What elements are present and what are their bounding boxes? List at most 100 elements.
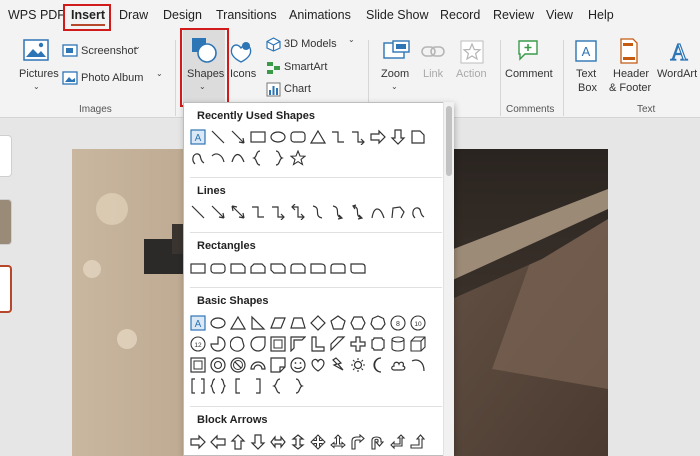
down-arrow-shape-icon[interactable] (390, 129, 406, 145)
elbow-double-arrow-connector-shape-icon[interactable] (290, 204, 306, 220)
rectangle-shape-icon[interactable] (190, 260, 206, 276)
shapes-dropdown-scrollbar[interactable] (443, 102, 454, 456)
elbow-connector-shape-icon[interactable] (330, 129, 346, 145)
curved-double-arrow-connector-shape-icon[interactable] (350, 204, 366, 220)
double-arrow-line-shape-icon[interactable] (230, 204, 246, 220)
zoom-button[interactable]: Zoom ⌄ (378, 38, 414, 94)
snip-diagonal-rectangle-shape-icon[interactable] (270, 260, 286, 276)
3d-models-button[interactable]: 3D Models ⌄ (266, 35, 358, 53)
curve-shape-icon[interactable] (370, 204, 386, 220)
triangle-shape-icon[interactable] (230, 315, 246, 331)
star-shape-icon[interactable] (290, 150, 306, 166)
arrow-line-shape-icon[interactable] (210, 204, 226, 220)
chord-shape-icon[interactable] (230, 336, 246, 352)
wordart-button[interactable]: A WordArt (655, 38, 700, 86)
text-box-button[interactable]: A Text Box (570, 38, 604, 98)
cube-shape-icon[interactable] (410, 336, 426, 352)
frame-shape-icon[interactable] (270, 336, 286, 352)
text-box-shape-icon[interactable]: A (190, 315, 206, 331)
snip-same-side-rectangle-shape-icon[interactable] (250, 260, 266, 276)
rounded-rectangle-shape-icon[interactable] (210, 260, 226, 276)
no-symbol-shape-icon[interactable] (230, 357, 246, 373)
slide-thumbnail[interactable] (0, 135, 12, 177)
snip-rectangle-shape-icon[interactable] (410, 129, 426, 145)
line-shape-icon[interactable] (210, 129, 226, 145)
smiley-face-shape-icon[interactable] (290, 357, 306, 373)
parallelogram-shape-icon[interactable] (270, 315, 286, 331)
smartart-button[interactable]: SmartArt (266, 60, 346, 76)
donut-shape-icon[interactable] (210, 357, 226, 373)
scrollbar-thumb[interactable] (446, 106, 452, 176)
plaque-shape-icon[interactable] (370, 336, 386, 352)
oval-shape-icon[interactable] (270, 129, 286, 145)
slide-thumbnail-selected[interactable] (0, 265, 12, 313)
left-arrow-shape-icon[interactable] (210, 434, 226, 450)
rounded-rectangle-shape-icon[interactable] (290, 129, 306, 145)
block-arc-shape-icon[interactable] (250, 357, 266, 373)
down-arrow-shape-icon[interactable] (250, 434, 266, 450)
menu-draw[interactable]: Draw (119, 8, 148, 22)
pictures-button[interactable]: Pictures ⌄ (16, 38, 60, 98)
hexagon-shape-icon[interactable] (350, 315, 366, 331)
elbow-connector-shape-icon[interactable] (250, 204, 266, 220)
menu-review[interactable]: Review (493, 8, 534, 22)
dodecagon-shape-icon[interactable]: 12 (190, 336, 206, 352)
menu-slide-show[interactable]: Slide Show (366, 8, 429, 22)
menu-animations[interactable]: Animations (289, 8, 351, 22)
double-bracket-shape-icon[interactable] (190, 378, 206, 394)
folded-corner-shape-icon[interactable] (270, 357, 286, 373)
elbow-arrow-connector-shape-icon[interactable] (270, 204, 286, 220)
snip-round-rectangle-shape-icon[interactable] (290, 260, 306, 276)
bent-up-arrow-shape-icon[interactable] (410, 434, 426, 450)
heart-shape-icon[interactable] (310, 357, 326, 373)
text-box-shape-icon[interactable]: A (190, 129, 206, 145)
arc-shape-icon[interactable] (410, 357, 426, 373)
diagonal-stripe-shape-icon[interactable] (330, 336, 346, 352)
freeform-shape-icon[interactable] (390, 204, 406, 220)
round-same-side-rectangle-shape-icon[interactable] (330, 260, 346, 276)
line-shape-icon[interactable] (190, 204, 206, 220)
photo-album-button[interactable]: Photo Album ⌄ (62, 69, 172, 87)
screenshot-button[interactable]: Screenshot ⌄ (62, 42, 144, 60)
diamond-shape-icon[interactable] (310, 315, 326, 331)
menu-design[interactable]: Design (163, 8, 202, 22)
arc-shape-icon[interactable] (210, 150, 226, 166)
action-button[interactable]: Action (455, 38, 489, 86)
oval-shape-icon[interactable] (210, 315, 226, 331)
trapezoid-shape-icon[interactable] (290, 315, 306, 331)
half-frame-shape-icon[interactable] (290, 336, 306, 352)
curve-shape-icon[interactable] (230, 150, 246, 166)
up-arrow-shape-icon[interactable] (230, 434, 246, 450)
icons-button[interactable]: Icons (228, 38, 258, 86)
left-right-up-arrow-shape-icon[interactable] (330, 434, 346, 450)
menu-transitions[interactable]: Transitions (216, 8, 277, 22)
chart-button[interactable]: Chart (266, 82, 326, 98)
lightning-bolt-shape-icon[interactable] (330, 357, 346, 373)
round-diagonal-rectangle-shape-icon[interactable] (350, 260, 366, 276)
heptagon-shape-icon[interactable] (370, 315, 386, 331)
freeform-shape-icon[interactable] (190, 150, 206, 166)
left-right-arrow-shape-icon[interactable] (270, 434, 286, 450)
menu-record[interactable]: Record (440, 8, 480, 22)
double-brace-shape-icon[interactable] (210, 378, 226, 394)
round-single-corner-rectangle-shape-icon[interactable] (310, 260, 326, 276)
left-bracket-shape-icon[interactable] (230, 378, 246, 394)
sun-shape-icon[interactable] (350, 357, 366, 373)
bent-arrow-shape-icon[interactable] (350, 434, 366, 450)
left-brace-shape-icon[interactable] (270, 378, 286, 394)
elbow-arrow-connector-shape-icon[interactable] (350, 129, 366, 145)
right-bracket-shape-icon[interactable] (250, 378, 266, 394)
moon-shape-icon[interactable] (370, 357, 386, 373)
triangle-shape-icon[interactable] (310, 129, 326, 145)
cross-shape-icon[interactable] (350, 336, 366, 352)
right-triangle-shape-icon[interactable] (250, 315, 266, 331)
l-shape-icon[interactable] (310, 336, 326, 352)
rectangle-shape-icon[interactable] (250, 129, 266, 145)
right-brace-shape-icon[interactable] (290, 378, 306, 394)
scribble-shape-icon[interactable] (410, 204, 426, 220)
up-down-arrow-shape-icon[interactable] (290, 434, 306, 450)
arrow-line-shape-icon[interactable] (230, 129, 246, 145)
menu-wps-pdf[interactable]: WPS PDF (8, 8, 65, 22)
comment-button[interactable]: Comment (504, 38, 554, 86)
right-arrow-shape-icon[interactable] (370, 129, 386, 145)
